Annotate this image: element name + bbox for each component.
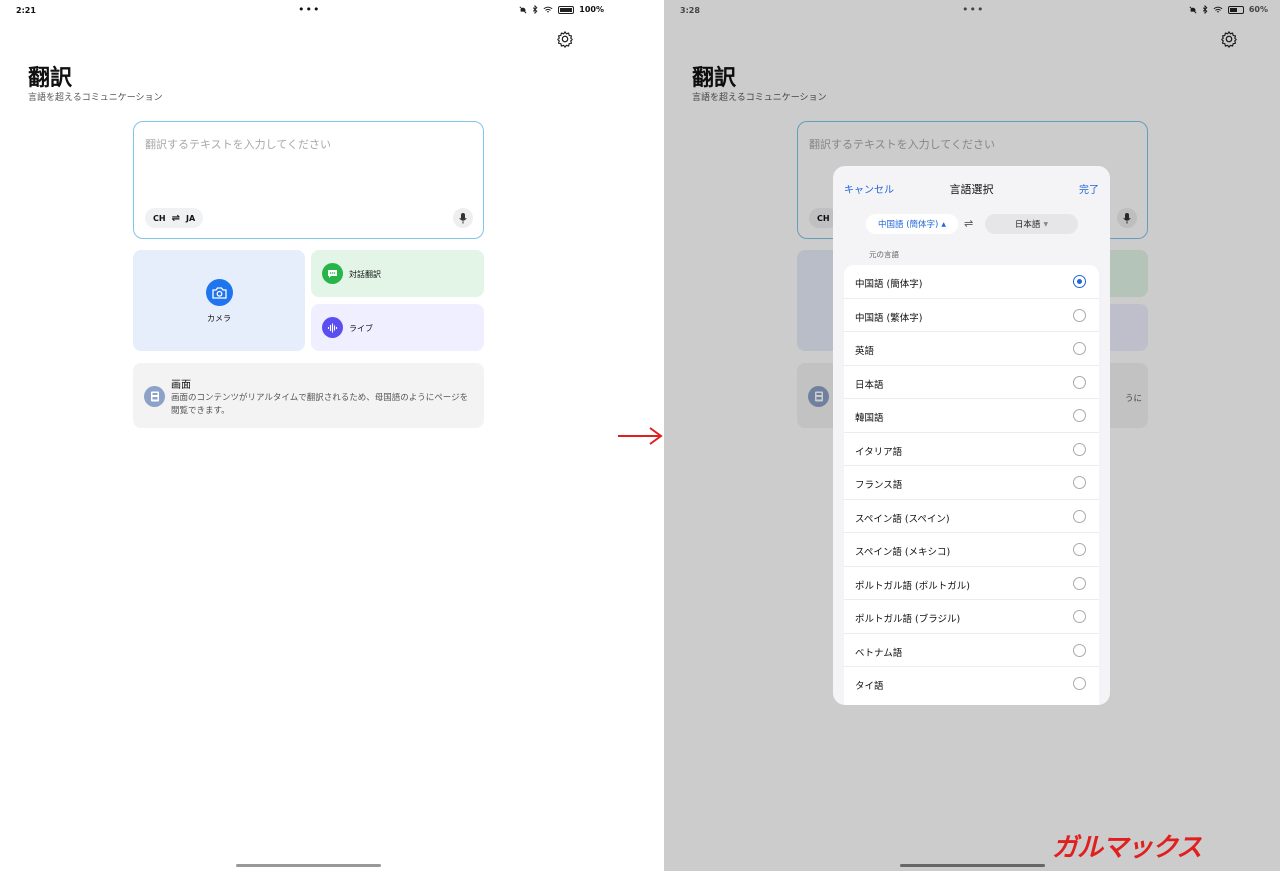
transition-arrow xyxy=(616,0,664,871)
language-pair-button[interactable]: CH ⇌ JA xyxy=(145,208,204,228)
live-tile[interactable]: ライブ xyxy=(311,304,484,351)
radio-empty-icon[interactable] xyxy=(1073,610,1086,623)
language-option[interactable]: スペイン語 (スペイン) xyxy=(844,500,1099,533)
mic-button[interactable] xyxy=(453,208,473,228)
language-option-label: 日本語 xyxy=(855,379,884,391)
radio-empty-icon[interactable] xyxy=(1073,342,1086,355)
language-select-sheet: 言語選択 キャンセル 完了 中国語 (簡体字) ▲ ⇌ 日本語 ▼ 元の言語 中… xyxy=(833,166,1110,705)
camera-label: カメラ xyxy=(207,314,231,323)
target-lang-code: JA xyxy=(185,213,196,223)
section-label: 元の言語 xyxy=(869,250,899,259)
language-option[interactable]: タイ語 xyxy=(844,667,1099,701)
mic-icon xyxy=(459,212,467,223)
source-language-tab[interactable]: 中国語 (簡体字) ▲ xyxy=(866,214,958,234)
language-option[interactable]: ポルトガル語 (ブラジル) xyxy=(844,600,1099,634)
screen-icon xyxy=(144,386,165,407)
radio-empty-icon[interactable] xyxy=(1073,576,1086,590)
language-option-label: タイ語 xyxy=(855,681,884,692)
radio-empty-icon[interactable] xyxy=(1073,509,1086,523)
language-option[interactable]: ポルトガル語 (ポルトガル) xyxy=(844,567,1099,600)
target-language-label: 日本語 xyxy=(1014,220,1041,230)
home-indicator[interactable] xyxy=(900,864,1045,867)
camera-icon xyxy=(206,279,233,306)
battery-icon xyxy=(558,5,575,14)
home-indicator[interactable] xyxy=(236,864,381,867)
language-option-label: 中国語 (簡体字) xyxy=(855,279,923,290)
conversation-label: 対話翻訳 xyxy=(349,270,381,279)
language-option-label: 韓国語 xyxy=(855,413,884,424)
text-input-card[interactable]: 翻訳するテキストを入力してください CH ⇌ JA xyxy=(133,121,484,239)
watermark-logo: ガルマックス xyxy=(1052,833,1202,863)
language-option[interactable]: スペイン語 (メキシコ) xyxy=(844,533,1099,567)
status-bar: 2:21 ••• 100% xyxy=(0,0,616,22)
language-option-label: 英語 xyxy=(855,346,875,357)
language-option-label: スペイン語 (メキシコ) xyxy=(855,547,951,558)
bluetooth-icon xyxy=(533,5,538,14)
radio-selected-icon[interactable] xyxy=(1073,275,1086,288)
radio-empty-icon[interactable] xyxy=(1073,476,1086,489)
radio-empty-icon[interactable] xyxy=(1073,375,1086,389)
language-option-label: ベトナム語 xyxy=(855,647,903,659)
radio-empty-icon[interactable] xyxy=(1073,409,1086,422)
cancel-button[interactable]: キャンセル xyxy=(844,181,894,196)
done-button[interactable]: 完了 xyxy=(1079,181,1099,196)
right-screen: 3:28 ••• 60% 翻訳 言語を超えるコミュニケーション 翻訳するテキスト… xyxy=(664,0,1280,871)
language-option-label: ポルトガル語 (ブラジル) xyxy=(855,614,961,625)
radio-empty-icon[interactable] xyxy=(1073,643,1086,657)
language-option[interactable]: 英語 xyxy=(844,332,1099,366)
status-time: 2:21 xyxy=(16,6,36,15)
language-option-label: フランス語 xyxy=(855,480,903,491)
language-option[interactable]: 中国語 (簡体字) xyxy=(844,265,1099,299)
gear-icon[interactable] xyxy=(556,30,574,48)
right-arrow-icon xyxy=(618,427,663,445)
swap-languages-button[interactable]: ⇌ xyxy=(964,217,973,230)
battery-percent: 100% xyxy=(579,5,604,14)
language-list: 中国語 (簡体字) 中国語 (繁体字) 英語日本語韓国語イタリア語フランス語スペイン… xyxy=(844,265,1099,705)
text-input-placeholder[interactable]: 翻訳するテキストを入力してください xyxy=(145,136,331,152)
screen-tile[interactable]: 画面 画面のコンテンツがリアルタイムで翻訳されるため、母国語のようにページを閲覧… xyxy=(133,363,484,428)
camera-tile[interactable]: カメラ xyxy=(133,250,305,351)
conversation-tile[interactable]: 対話翻訳 xyxy=(311,250,484,297)
source-language-label: 中国語 (簡体字) xyxy=(878,220,939,230)
wifi-icon xyxy=(543,6,553,12)
caret-up-icon: ▲ xyxy=(941,220,946,228)
screen-description: 画面のコンテンツがリアルタイムで翻訳されるため、母国語のようにページを閲覧できま… xyxy=(171,393,469,416)
caret-down-icon: ▼ xyxy=(1043,220,1049,228)
language-option-label: イタリア語 xyxy=(855,446,903,458)
mute-icon xyxy=(519,5,527,14)
language-option-label: ポルトガル語 (ポルトガル) xyxy=(855,580,970,592)
status-dots: ••• xyxy=(298,3,321,16)
source-lang-code: CH xyxy=(153,213,166,223)
chat-icon xyxy=(322,263,343,284)
swap-arrows-icon: ⇌ xyxy=(171,212,180,224)
radio-empty-icon[interactable] xyxy=(1073,543,1086,556)
status-icons: 100% xyxy=(519,5,604,14)
radio-empty-icon[interactable] xyxy=(1073,442,1086,456)
language-option[interactable]: ベトナム語 xyxy=(844,634,1099,667)
live-label: ライブ xyxy=(349,324,373,333)
left-screen: 2:21 ••• 100% 翻訳 言語を超えるコミュニケーション 翻訳するテキス… xyxy=(0,0,616,871)
radio-empty-icon[interactable] xyxy=(1073,308,1086,322)
language-option-label: スペイン語 (スペイン) xyxy=(855,513,950,525)
language-option[interactable]: 韓国語 xyxy=(844,399,1099,433)
page-title: 翻訳 xyxy=(28,66,73,91)
language-option-label: 中国語 (繁体字) xyxy=(855,312,923,324)
waveform-icon xyxy=(322,317,343,338)
language-option[interactable]: 日本語 xyxy=(844,366,1099,399)
language-option[interactable]: フランス語 xyxy=(844,466,1099,500)
language-option[interactable]: 中国語 (繁体字) xyxy=(844,299,1099,332)
page-subtitle: 言語を超えるコミュニケーション xyxy=(28,93,163,103)
target-language-tab[interactable]: 日本語 ▼ xyxy=(985,214,1078,234)
screen-title: 画面 xyxy=(171,380,191,391)
language-option[interactable]: イタリア語 xyxy=(844,433,1099,466)
radio-empty-icon[interactable] xyxy=(1073,677,1086,690)
